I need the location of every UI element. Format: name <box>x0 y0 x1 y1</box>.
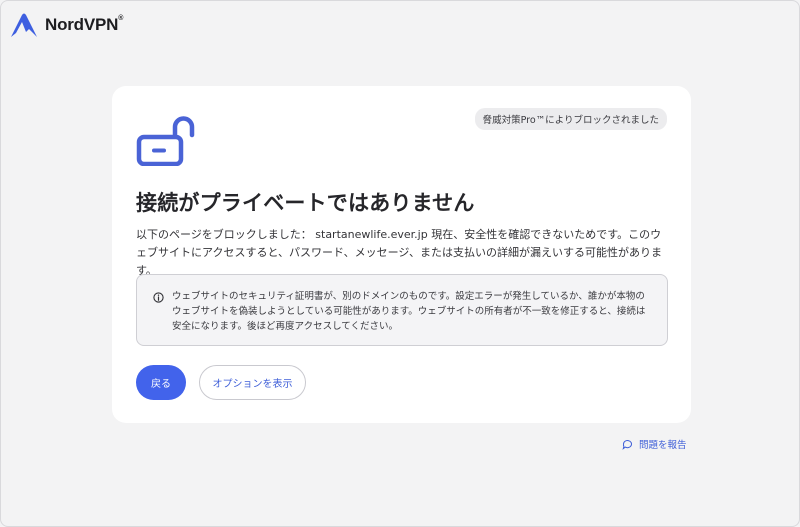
blocked-page-card: 脅威対策Pro™によりブロックされました 接続がプライベートではありません 以下… <box>112 86 691 423</box>
page-title: 接続がプライベートではありません <box>136 191 475 215</box>
chat-bubble-icon <box>622 439 632 450</box>
info-text: ウェブサイトのセキュリティ証明書が、別のドメインのものです。設定エラーが発生して… <box>172 291 646 332</box>
browser-page: NordVPN® 脅威対策Pro™によりブロックされました 接続がプライベートで… <box>0 0 800 527</box>
brand-name: NordVPN® <box>45 15 124 34</box>
blocked-by-badge: 脅威対策Pro™によりブロックされました <box>474 108 667 130</box>
block-description: 以下のページをブロックしました： startanewlife.ever.jp 現… <box>136 228 663 277</box>
info-box: ウェブサイトのセキュリティ証明書が、別のドメインのものです。設定エラーが発生して… <box>136 274 668 346</box>
back-button[interactable]: 戻る <box>136 365 186 400</box>
report-problem-link[interactable]: 問題を報告 <box>622 437 687 451</box>
nordvpn-logo-icon <box>11 13 37 37</box>
info-circle-icon <box>153 292 164 303</box>
show-options-button[interactable]: オプションを表示 <box>199 365 306 400</box>
report-problem-label: 問題を報告 <box>639 440 687 451</box>
brand: NordVPN® <box>9 11 123 39</box>
open-padlock-icon <box>136 116 195 166</box>
